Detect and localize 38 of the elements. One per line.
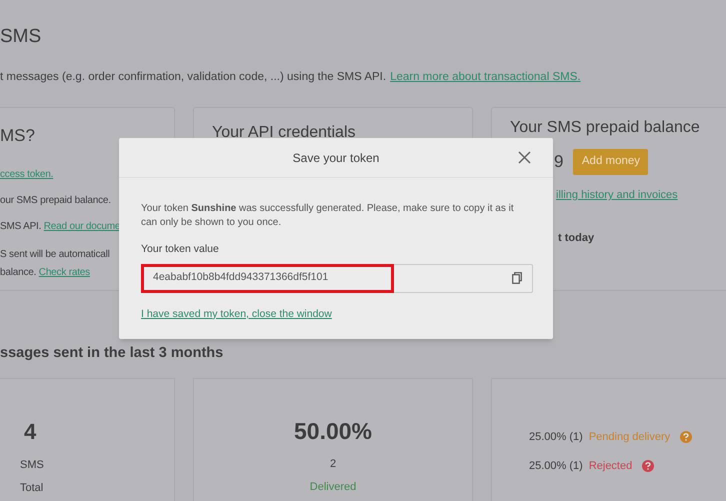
status-label: Pending delivery (588, 430, 670, 445)
card-title: MS? (0, 126, 35, 146)
total-label: Total (20, 480, 44, 496)
stats-title: ssages sent in the last 3 months (0, 344, 224, 362)
total-unit: SMS (20, 458, 44, 473)
token-field[interactable]: 4eababf10b8b4fdd943371366df5f101 (141, 264, 533, 293)
close-icon[interactable] (518, 151, 531, 164)
status-share: 25.00% (1) (529, 430, 583, 445)
balance-note: t today (558, 231, 594, 245)
delivered-count: 2 (330, 457, 336, 472)
card-link[interactable]: Check rates (38, 267, 90, 278)
delivered-label: Delivered (310, 480, 356, 494)
card-title: Your API credentials (212, 124, 356, 142)
card-title: Your SMS prepaid balance (510, 119, 700, 137)
intro-text: t messages (e.g. order confirmation, validation code, ...) using the SMS API. (0, 70, 386, 84)
add-money-button[interactable]: Add money (573, 149, 648, 175)
dialog-message: Your token Sunshine was successfully generated. Please, make sure to copy it as it can only be shown to you once. (141, 202, 515, 230)
copy-icon[interactable] (512, 272, 522, 284)
close-link[interactable]: I have saved my token, close the window (141, 306, 332, 322)
dialog-title: Save your token (292, 150, 380, 166)
delivered-value: 50.00% (294, 417, 372, 445)
page-title: SMS (0, 26, 42, 48)
card-link[interactable]: Read our docume (44, 221, 120, 232)
card-text: S sent will be automaticall (0, 249, 110, 260)
help-icon[interactable] (680, 431, 692, 444)
help-icon[interactable] (642, 460, 654, 472)
field-label: Your token value (141, 242, 219, 257)
billing-link[interactable]: illing history and invoices (556, 188, 678, 202)
card-text: our SMS prepaid balance. (0, 195, 111, 206)
token-value: 4eababf10b8b4fdd943371366df5f101 (153, 270, 328, 286)
total-value: 4 (24, 419, 36, 445)
learn-more-link[interactable]: Learn more about transactional SMS. (390, 70, 581, 84)
card-text: balance. (0, 267, 38, 278)
status-label: Rejected (588, 458, 632, 474)
card-link[interactable]: ccess token. (0, 169, 54, 180)
status-share: 25.00% (1) (529, 458, 583, 474)
balance-amount: 9 (554, 151, 564, 174)
card-text: SMS API. (0, 221, 42, 232)
